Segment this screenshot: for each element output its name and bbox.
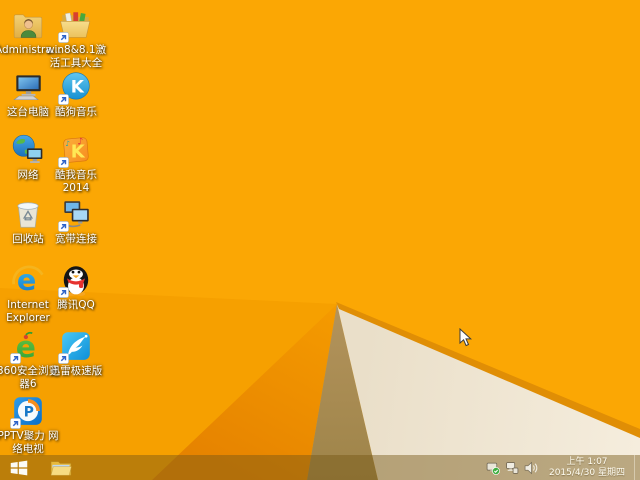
shortcut-arrow-icon <box>10 353 21 364</box>
desktop: Administra... win8&8.1激 活工具大全 这台电脑 K 酷狗音… <box>0 0 640 480</box>
globe-monitor-icon <box>12 134 43 163</box>
computer-monitor-icon <box>13 75 41 101</box>
shortcut-arrow-icon <box>58 221 69 232</box>
taskbar-clock[interactable]: 上午 1:07 2015/4/30 星期四 <box>543 457 629 478</box>
desktop-icon-pptv[interactable]: P PPTV聚力 网 络电视 <box>0 394 61 456</box>
desktop-icon-thunder[interactable]: 迅雷极速版 <box>43 329 109 378</box>
taskbar-file-explorer-button[interactable] <box>46 455 76 480</box>
recycle-bin-icon <box>17 202 39 228</box>
icon-label: 迅雷极速版 <box>49 365 103 377</box>
system-tray: 上午 1:07 2015/4/30 星期四 <box>486 455 640 480</box>
shortcut-arrow-icon <box>58 353 69 364</box>
shortcut-arrow-icon <box>58 287 69 298</box>
icon-label: 酷我音乐 2014 <box>55 169 97 194</box>
start-button[interactable] <box>0 455 38 480</box>
desktop-icon-broadband[interactable]: 宽带连接 <box>43 197 109 246</box>
icon-label: PPTV聚力 网 络电视 <box>0 430 59 455</box>
shortcut-arrow-icon <box>58 94 69 105</box>
shortcut-arrow-icon <box>58 32 69 43</box>
desktop-icon-kuwo[interactable]: K ♪ ♪ 酷我音乐 2014 <box>43 133 109 195</box>
icon-label: 腾讯QQ <box>57 299 95 311</box>
icon-label: 宽带连接 <box>55 233 97 245</box>
folder-icon <box>50 460 72 475</box>
speaker-icon[interactable] <box>524 461 538 475</box>
icon-label: 酷狗音乐 <box>55 106 97 118</box>
windows-logo-icon <box>10 460 28 475</box>
user-folder-icon <box>13 14 43 39</box>
mouse-cursor <box>459 328 472 347</box>
icon-label: win8&8.1激 活工具大全 <box>45 44 107 69</box>
ethernet-monitor-icon[interactable] <box>505 461 519 475</box>
desktop-icon-kugou[interactable]: K 酷狗音乐 <box>43 70 109 119</box>
shortcut-arrow-icon <box>10 418 21 429</box>
desktop-icon-activation-tools[interactable]: win8&8.1激 活工具大全 <box>43 8 109 70</box>
svg-text:♪: ♪ <box>77 137 83 148</box>
device-green-check-icon[interactable] <box>486 461 500 475</box>
shortcut-arrow-icon <box>58 157 69 168</box>
svg-text:P: P <box>24 404 34 420</box>
show-desktop-button[interactable] <box>634 455 640 480</box>
clock-date: 2015/4/30 星期四 <box>548 467 625 478</box>
ie-e-icon: e <box>12 263 44 297</box>
taskbar: 上午 1:07 2015/4/30 星期四 <box>0 455 640 480</box>
desktop-icon-qq[interactable]: 腾讯QQ <box>43 263 109 312</box>
svg-text:♪: ♪ <box>65 139 70 148</box>
clock-time: 上午 1:07 <box>566 457 608 467</box>
svg-text:K: K <box>71 77 85 97</box>
